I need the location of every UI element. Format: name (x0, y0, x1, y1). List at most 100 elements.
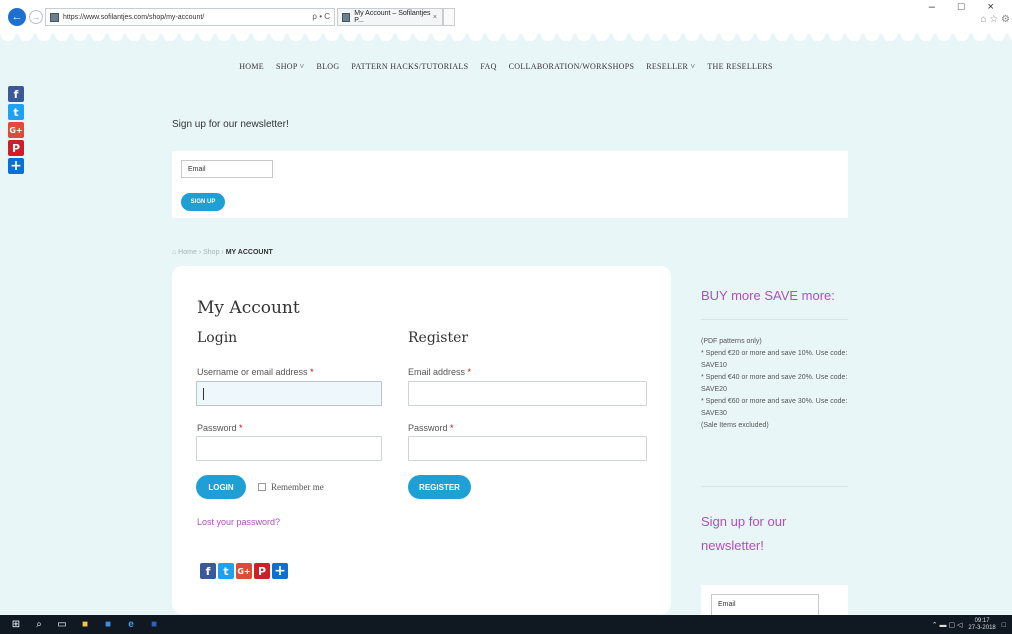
sidebar-newsletter-box: Email (701, 585, 848, 616)
search-refresh-icon[interactable]: ρ • C (312, 12, 330, 21)
browser-chrome: ← → https://www.sofilantjes.com/shop/my-… (0, 0, 1012, 34)
googleplus-icon[interactable]: G+ (8, 122, 24, 138)
divider (701, 319, 848, 320)
arrow-left-icon: ← (11, 11, 23, 23)
clock-date: 27-3-2018 (968, 625, 996, 631)
newsletter-email-input[interactable]: Email (181, 160, 273, 178)
facebook-icon[interactable]: f (8, 86, 24, 102)
address-bar[interactable]: https://www.sofilantjes.com/shop/my-acco… (45, 8, 335, 26)
nav-reseller[interactable]: RESELLER ˅ (646, 62, 695, 71)
file-explorer-icon[interactable]: ■ (78, 619, 92, 631)
register-password-label-text: Password (408, 423, 448, 433)
internet-explorer-icon[interactable]: e (124, 619, 138, 631)
login-password-label: Password * (197, 423, 243, 433)
remember-checkbox[interactable] (258, 483, 266, 491)
account-card: My Account Login Register Username or em… (172, 266, 671, 614)
login-heading: Login (197, 330, 238, 346)
required-mark: * (467, 367, 472, 377)
new-tab-button[interactable] (443, 8, 455, 26)
login-password-label-text: Password (197, 423, 237, 433)
sidebar-newsletter-title: Sign up for our newsletter! (701, 514, 787, 553)
newsletter-title: Sign up for our newsletter! (172, 119, 289, 130)
task-view-icon[interactable]: ▭ (55, 619, 69, 631)
register-password-input[interactable] (408, 436, 647, 461)
word-icon[interactable]: ■ (147, 619, 161, 631)
register-password-label: Password * (408, 423, 454, 433)
nav-faq[interactable]: FAQ (480, 62, 496, 71)
breadcrumb-current: MY ACCOUNT (225, 249, 273, 256)
search-icon[interactable]: ⌕ (32, 619, 46, 631)
nav-home[interactable]: HOME (239, 62, 264, 71)
social-sidebar: f t G+ P + (8, 86, 24, 176)
register-email-label-text: Email address (408, 367, 466, 377)
promo-line: (Sale Items excluded) (701, 422, 769, 429)
required-mark: * (450, 423, 454, 433)
toolbar-icons[interactable]: ⌂ ☆ ⚙ (980, 14, 1010, 25)
register-heading: Register (408, 330, 469, 346)
login-button[interactable]: LOGIN (196, 475, 246, 499)
breadcrumb-separator: › (198, 249, 202, 256)
outlook-icon[interactable]: ■ (101, 619, 115, 631)
promo-line: (PDF patterns only) (701, 338, 762, 345)
promo-line: * Spend €60 or more and save 30%. Use co… (701, 398, 848, 417)
twitter-icon[interactable]: t (8, 104, 24, 120)
tray-icons[interactable]: ⌃ ▬ ▢ ◁ (932, 621, 963, 629)
taskbar: ⊞ ⌕ ▭ ■ ■ e ■ ⌃ ▬ ▢ ◁ 09:17 27-3-2018 □ (0, 615, 1012, 634)
browser-tab[interactable]: My Account – Sofilantjes P... × (337, 8, 443, 26)
twitter-icon[interactable]: t (218, 563, 234, 579)
signup-button[interactable]: SIGN UP (181, 193, 225, 211)
breadcrumb-home[interactable]: ⌂ Home (172, 249, 197, 256)
register-email-input[interactable] (408, 381, 647, 406)
register-button[interactable]: REGISTER (408, 475, 471, 499)
clock[interactable]: 09:17 27-3-2018 (968, 618, 995, 632)
breadcrumb-shop[interactable]: Shop (203, 249, 219, 256)
required-mark: * (310, 367, 314, 377)
remember-label: Remember me (271, 482, 324, 492)
sidebar-email-input[interactable]: Email (711, 594, 819, 616)
nav-blog[interactable]: BLOG (316, 62, 339, 71)
nav-pattern-hacks[interactable]: PATTERN HACKS/TUTORIALS (351, 62, 468, 71)
username-label: Username or email address * (197, 367, 314, 377)
promo-line: * Spend €40 or more and save 20%. Use co… (701, 374, 848, 393)
system-tray: ⌃ ▬ ▢ ◁ 09:17 27-3-2018 □ (932, 618, 1006, 632)
facebook-icon[interactable]: f (200, 563, 216, 579)
login-password-input[interactable] (196, 436, 382, 461)
promo-line: * Spend €20 or more and save 10%. Use co… (701, 350, 848, 369)
address-url: https://www.sofilantjes.com/shop/my-acco… (63, 13, 205, 21)
share-plus-icon[interactable]: + (8, 158, 24, 174)
required-mark: * (239, 423, 243, 433)
divider (701, 486, 848, 487)
register-email-label: Email address * (408, 367, 471, 377)
tab-close-icon[interactable]: × (433, 14, 437, 21)
page-title: My Account (197, 298, 300, 318)
tab-title: My Account – Sofilantjes P... (354, 10, 431, 24)
back-button[interactable]: ← (8, 8, 26, 26)
notification-icon[interactable]: □ (1002, 622, 1006, 629)
promo-title: BUY more SAVE more: (701, 288, 835, 303)
nav-shop[interactable]: SHOP ˅ (276, 62, 304, 71)
main-nav: HOME SHOP ˅ BLOG PATTERN HACKS/TUTORIALS… (0, 62, 1012, 71)
forward-button[interactable]: → (29, 10, 43, 24)
pinterest-icon[interactable]: P (254, 563, 270, 579)
window-controls[interactable]: – □ × (929, 1, 1004, 13)
nav-the-resellers[interactable]: THE RESELLERS (707, 62, 772, 71)
breadcrumb-separator: › (221, 249, 224, 256)
tab-favicon-icon (342, 12, 351, 22)
newsletter-box: Email SIGN UP (172, 151, 848, 218)
lost-password-link[interactable]: Lost your password? (197, 517, 280, 527)
clock-time: 09:17 (974, 618, 990, 624)
promo-text: (PDF patterns only) * Spend €20 or more … (701, 336, 853, 432)
nav-collaboration[interactable]: COLLABORATION/WORKSHOPS (509, 62, 635, 71)
scalloped-border (0, 34, 1012, 44)
share-buttons: f t G+ P + (200, 563, 288, 579)
arrow-right-icon: → (31, 12, 41, 22)
googleplus-icon[interactable]: G+ (236, 563, 252, 579)
windows-start-icon[interactable]: ⊞ (9, 619, 23, 631)
breadcrumb: ⌂ Home › Shop › MY ACCOUNT (172, 249, 273, 256)
username-input[interactable] (196, 381, 382, 406)
username-label-text: Username or email address (197, 367, 308, 377)
remember-me[interactable]: Remember me (258, 482, 324, 492)
text-caret (203, 388, 204, 400)
share-plus-icon[interactable]: + (272, 563, 288, 579)
pinterest-icon[interactable]: P (8, 140, 24, 156)
